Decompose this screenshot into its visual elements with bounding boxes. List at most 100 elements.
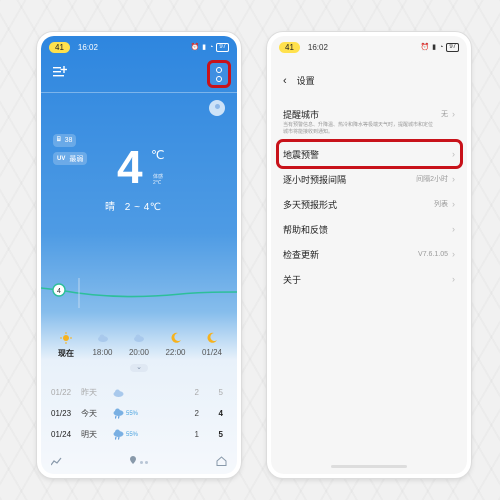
cloud-icon: [113, 389, 124, 397]
rain-cloud-icon: [113, 429, 124, 440]
hourly-item[interactable]: 01/24: [195, 332, 229, 366]
page-dot-icon: [144, 461, 148, 464]
weather-condition: 晴 2 ~ 4℃: [105, 198, 185, 213]
settings-item-help-feedback[interactable]: 帮助和反馈 ›: [271, 223, 467, 235]
back-arrow-icon[interactable]: ‹: [283, 75, 287, 87]
cloud-icon: [97, 334, 108, 342]
settings-item-label: 地震预警: [283, 149, 320, 160]
chevron-right-icon: ›: [452, 174, 455, 184]
chevron-right-icon: ›: [452, 199, 455, 209]
status-time: 16:02: [77, 42, 98, 52]
settings-item-label: 逐小时预报间隔: [283, 174, 347, 185]
sun-icon: [60, 332, 72, 344]
settings-phone: 41 16:02 ⏰ ▮ ◔ 97 ‹ 设置 提醒城市 无 › 当有预警信息、升…: [267, 32, 471, 478]
settings-item-earthquake-alert[interactable]: 地震预警 ›: [271, 148, 467, 160]
page-title: 设置: [296, 76, 315, 86]
daily-date: 01/22: [51, 388, 72, 397]
hourly-time: 22:00: [165, 348, 186, 357]
hourly-time: 01/24: [201, 348, 223, 357]
expand-chevron-icon[interactable]: ⌄: [130, 364, 148, 372]
uv-chip[interactable]: UV 最弱: [53, 152, 88, 165]
weather-phone: 41 16:02 ⏰ ▮ ◔ 97 ⌸ 38 UV 最弱 4 ℃ 体感 2℃ 晴…: [37, 32, 241, 478]
battery-icon: 97: [216, 42, 229, 52]
condition-text: 晴: [105, 202, 116, 213]
weather-screen: 41 16:02 ⏰ ▮ ◔ 97 ⌸ 38 UV 最弱 4 ℃ 体感 2℃ 晴…: [41, 36, 237, 474]
home-icon[interactable]: [216, 456, 227, 466]
avatar[interactable]: [209, 100, 225, 116]
daily-date: 01/23: [51, 409, 72, 418]
hourly-item[interactable]: 22:00: [159, 332, 193, 366]
settings-item-value: V7.6.1.05: [418, 250, 448, 258]
signal-icon: ▮: [432, 44, 437, 51]
settings-item-value: 间隔2小时: [416, 176, 448, 183]
chevron-right-icon: ›: [452, 224, 455, 234]
daily-day: 今天: [81, 409, 97, 418]
hourly-forecast: 现在 18:00 20:00 22:00 01/24: [41, 332, 237, 366]
settings-item-check-update[interactable]: 检查更新 V7.6.1.05 ›: [271, 248, 467, 260]
feels-like-value: 2℃: [153, 180, 162, 186]
daily-row[interactable]: 01/24 明天 55% 1 5: [51, 424, 227, 445]
trend-chart-icon[interactable]: [51, 457, 62, 466]
hourly-time: 现在: [58, 349, 74, 358]
uv-label: UV: [57, 155, 66, 162]
settings-item-label: 帮助和反馈: [283, 224, 329, 235]
daily-day: 明天: [81, 430, 97, 439]
uv-value: 最弱: [69, 155, 84, 163]
settings-item-value: 无: [441, 111, 448, 118]
settings-item-label: 检查更新: [283, 249, 320, 260]
settings-item-hourly-interval[interactable]: 逐小时预报间隔 间隔2小时 ›: [271, 173, 467, 185]
daily-forecast: 01/22 昨天 2 5 01/23 今天 55% 2 4 01/24 明天 5…: [51, 382, 227, 445]
cloud-icon: [134, 334, 144, 342]
alarm-icon: ⏰: [420, 44, 430, 51]
status-bar: 41 16:02 ⏰ ▮ ◔ 97: [49, 41, 229, 53]
chevron-right-icon: ›: [452, 109, 455, 119]
settings-item-about[interactable]: 关于 ›: [271, 273, 467, 285]
temperature-range: 2 ~ 4℃: [124, 202, 162, 213]
aqi-icon: ⌸: [57, 137, 61, 143]
chevron-right-icon: ›: [452, 149, 455, 159]
current-temperature: 4: [117, 141, 143, 193]
settings-item-value: 列表: [434, 201, 448, 208]
home-indicator: [331, 465, 407, 468]
alarm-icon: ⏰: [190, 44, 200, 51]
rain-chance: 55%: [126, 410, 139, 417]
moon-icon: [207, 332, 217, 343]
rain-cloud-icon: [113, 408, 124, 419]
status-bar: 41 16:02 ⏰ ▮ ◔ 97: [279, 41, 459, 53]
wifi-icon: ◔: [209, 43, 214, 51]
notification-badge: 41: [49, 41, 70, 53]
more-dot-icon: [216, 75, 222, 82]
moon-icon: [171, 332, 181, 343]
daily-date: 01/24: [51, 430, 72, 439]
daily-high: 5: [218, 430, 223, 439]
aqi-chip[interactable]: ⌸ 38: [53, 134, 77, 147]
wifi-icon: ◔: [439, 43, 444, 51]
notification-badge: 41: [279, 41, 300, 53]
settings-item-label: 关于: [283, 274, 302, 285]
daily-low: 2: [194, 409, 199, 418]
settings-item-reminder-city[interactable]: 提醒城市 无 ›: [271, 108, 467, 120]
status-time: 16:02: [307, 42, 328, 52]
chevron-right-icon: ›: [452, 274, 455, 284]
hourly-item[interactable]: 现在: [49, 332, 83, 366]
more-options-button[interactable]: [207, 60, 231, 88]
aqi-value: 38: [64, 137, 73, 144]
settings-item-multi-day-format[interactable]: 多天预报形式 列表 ›: [271, 198, 467, 210]
daily-row[interactable]: 01/22 昨天 2 5: [51, 382, 227, 403]
temperature-trend-chart: 4: [41, 278, 237, 308]
settings-item-label: 多天预报形式: [283, 199, 338, 210]
rain-chance: 55%: [126, 431, 139, 438]
trend-point-label: 4: [57, 288, 61, 295]
bottom-bar: [41, 448, 237, 474]
add-city-icon[interactable]: [53, 66, 67, 78]
hourly-item[interactable]: 18:00: [86, 332, 120, 366]
daily-low: 2: [194, 388, 199, 397]
daily-row[interactable]: 01/23 今天 55% 2 4: [51, 403, 227, 424]
hourly-time: 20:00: [128, 348, 150, 357]
divider: [41, 92, 237, 93]
daily-day: 昨天: [81, 388, 97, 397]
settings-header: ‹ 设置: [283, 74, 315, 87]
signal-icon: ▮: [202, 44, 207, 51]
daily-low: 1: [194, 430, 199, 439]
hourly-item[interactable]: 20:00: [122, 332, 156, 366]
